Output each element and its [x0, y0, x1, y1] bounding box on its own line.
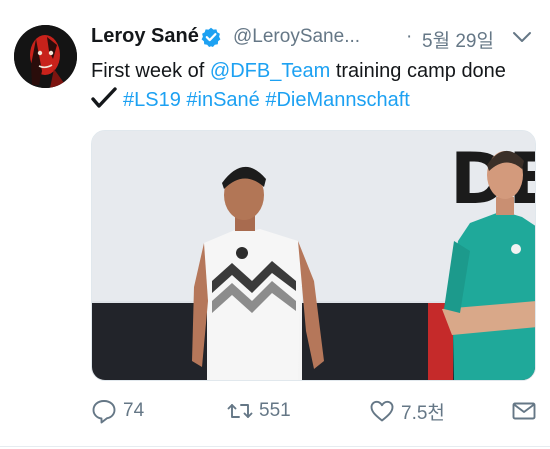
chevron-down-icon[interactable] [512, 29, 532, 45]
share-button[interactable] [511, 394, 537, 428]
check-mark-icon [91, 87, 117, 109]
retweet-icon [227, 404, 253, 418]
tweet-card[interactable]: Leroy Sané @LeroySane... · 5월 29일 First … [0, 0, 550, 449]
hashtags[interactable]: #LS19 #inSané #DieMannschaft [123, 89, 410, 111]
retweet-count: 551 [259, 400, 291, 421]
heart-icon [370, 400, 394, 422]
mention-link[interactable]: @DFB_Team [210, 60, 330, 82]
separator-dot: · [406, 26, 413, 47]
tweet-text: First week of @DFB_Team training camp do… [91, 57, 541, 115]
reply-count: 74 [123, 400, 145, 421]
tweet-date[interactable]: 5월 29일 [422, 26, 494, 53]
tweet-actions: 74 551 7.5천 [91, 394, 541, 428]
tweet-text-part: training camp done [330, 60, 506, 82]
tweet-photo[interactable]: DE [91, 130, 536, 381]
like-count: 7.5천 [401, 402, 445, 424]
user-handle[interactable]: @LeroySane... [233, 26, 360, 48]
reply-button[interactable]: 74 [91, 394, 144, 428]
display-name[interactable]: Leroy Sané [91, 25, 199, 48]
divider [0, 446, 550, 447]
tweet-text-part: First week of [91, 60, 210, 82]
share-icon [512, 402, 536, 420]
tweet-header: Leroy Sané @LeroySane... · 5월 29일 [91, 25, 536, 53]
verified-badge-icon [201, 27, 221, 47]
retweet-button[interactable]: 551 [227, 394, 291, 428]
avatar[interactable] [14, 25, 77, 88]
reply-icon [92, 400, 116, 424]
like-button[interactable]: 7.5천 [369, 394, 445, 428]
